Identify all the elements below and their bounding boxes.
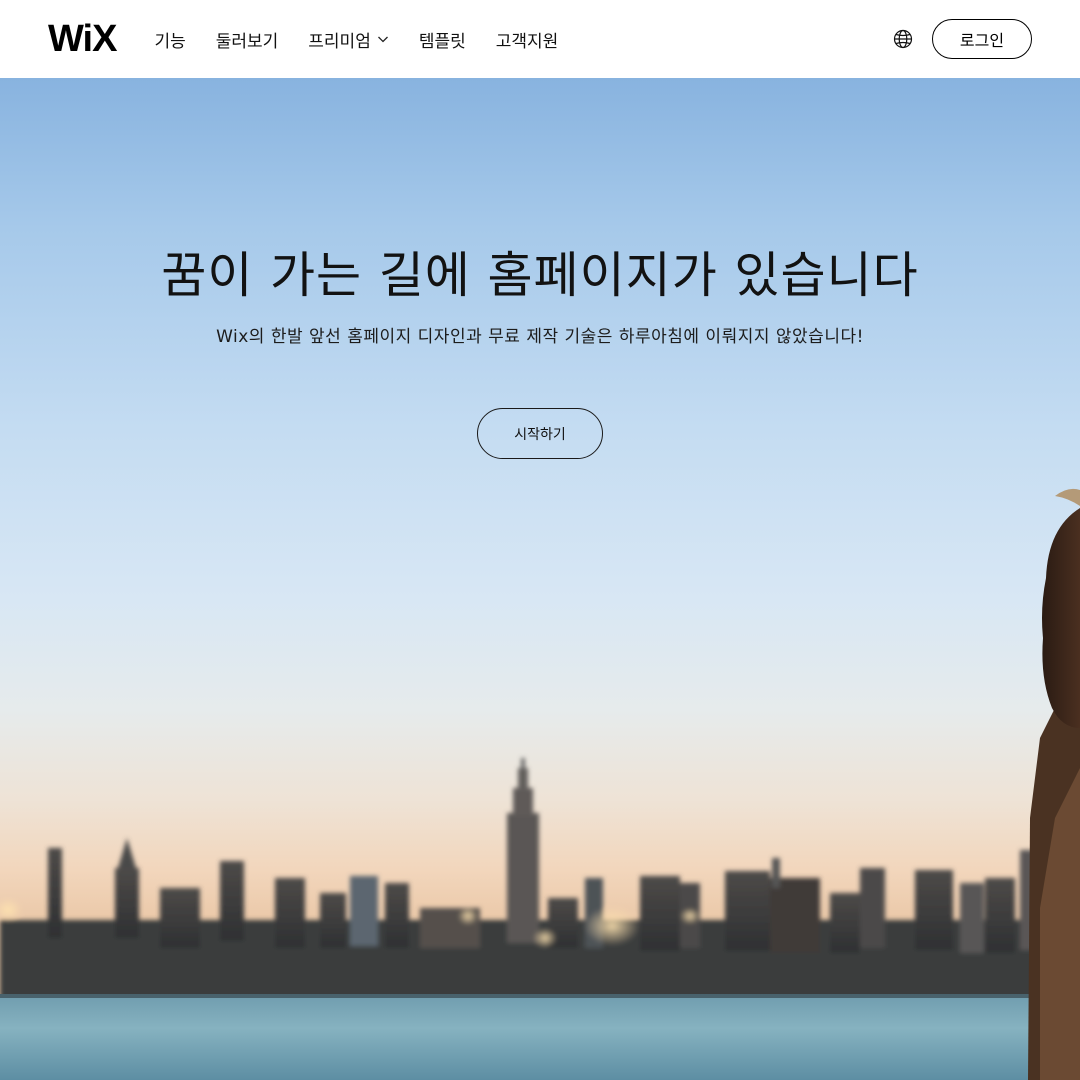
top-header: WiX 기능 둘러보기 프리미엄 템플릿 고객지원 로그인 bbox=[0, 0, 1080, 78]
nav-item-label: 둘러보기 bbox=[215, 31, 279, 52]
header-actions: 로그인 bbox=[892, 19, 1032, 59]
nav-item-label: 프리미엄 bbox=[308, 31, 371, 52]
nav-item-explore[interactable]: 둘러보기 bbox=[216, 27, 279, 52]
nav-item-features[interactable]: 기능 bbox=[154, 27, 185, 52]
hero-title: 꿈이 가는 길에 홈페이지가 있습니다 bbox=[161, 247, 919, 304]
wix-logo[interactable]: WiX bbox=[48, 20, 117, 58]
nav-item-premium[interactable]: 프리미엄 bbox=[308, 27, 389, 52]
nav-item-label: 기능 bbox=[154, 31, 186, 52]
hero-background-image bbox=[0, 488, 1080, 1080]
globe-icon[interactable] bbox=[892, 28, 914, 50]
nav-item-label: 템플릿 bbox=[418, 31, 466, 52]
nav-item-label: 고객지원 bbox=[495, 31, 559, 52]
login-button[interactable]: 로그인 bbox=[932, 19, 1032, 59]
nav-item-support[interactable]: 고객지원 bbox=[496, 27, 559, 52]
hero-section: 꿈이 가는 길에 홈페이지가 있습니다 Wix의 한발 앞선 홈페이지 디자인과… bbox=[0, 78, 1080, 1080]
main-nav: 기능 둘러보기 프리미엄 템플릿 고객지원 bbox=[154, 27, 558, 52]
start-button[interactable]: 시작하기 bbox=[477, 408, 603, 459]
nav-item-templates[interactable]: 템플릿 bbox=[419, 27, 466, 52]
chevron-down-icon bbox=[377, 36, 388, 43]
hero-subtitle: Wix의 한발 앞선 홈페이지 디자인과 무료 제작 기술은 하루아침에 이뤄지… bbox=[216, 327, 864, 347]
